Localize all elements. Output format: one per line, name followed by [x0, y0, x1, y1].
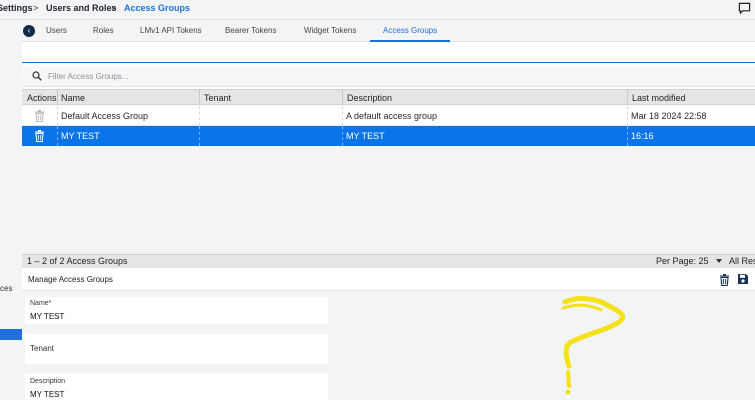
- cell-description: MY TEST: [346, 131, 385, 141]
- breadcrumb-settings[interactable]: Settings: [0, 3, 33, 13]
- cell-divider: [199, 126, 200, 146]
- tab-roles[interactable]: Roles: [93, 26, 113, 35]
- filter-bar: [22, 66, 755, 87]
- cell-divider: [342, 126, 343, 146]
- column-divider[interactable]: [199, 90, 200, 105]
- description-value[interactable]: MY TEST: [30, 390, 64, 399]
- column-divider[interactable]: [57, 90, 58, 105]
- column-header-name[interactable]: Name: [61, 93, 85, 103]
- chat-icon[interactable]: [738, 2, 751, 15]
- caret-down-icon[interactable]: [716, 259, 722, 263]
- cell-divider: [627, 126, 628, 146]
- tab-lmv1-api-tokens[interactable]: LMv1 API Tokens: [140, 26, 202, 35]
- tenant-label: Tenant: [30, 344, 55, 353]
- table-footer: 1 – 2 of 2 Access Groups Per Page: 25 Al…: [22, 254, 755, 268]
- cell-divider: [342, 106, 343, 126]
- cell-divider: [57, 106, 58, 126]
- nav-item-label[interactable]: ces: [0, 284, 12, 293]
- cell-name: Default Access Group: [61, 111, 149, 121]
- manage-title: Manage Access Groups: [28, 275, 113, 284]
- tab-widget-tokens[interactable]: Widget Tokens: [304, 26, 356, 35]
- column-divider[interactable]: [342, 90, 343, 105]
- edit-form: Name* MY TEST Tenant Description MY TEST: [22, 291, 755, 400]
- question-mark-annotation: [561, 296, 626, 395]
- tab-users[interactable]: Users: [46, 26, 67, 35]
- breadcrumb-users-roles[interactable]: Users and Roles: [46, 3, 117, 13]
- table-empty-area: [22, 146, 755, 254]
- breadcrumb-separator: >: [111, 3, 117, 13]
- name-label: Name*: [30, 300, 52, 307]
- left-navigation: ces: [0, 20, 22, 400]
- table-row[interactable]: Default Access Group A default access gr…: [22, 106, 755, 126]
- back-icon[interactable]: ‹: [23, 25, 35, 37]
- trash-icon[interactable]: [34, 130, 45, 142]
- filter-input[interactable]: [48, 69, 548, 84]
- manage-bar: Manage Access Groups: [22, 269, 755, 291]
- cell-divider: [57, 126, 58, 146]
- column-header-description[interactable]: Description: [347, 93, 392, 103]
- column-divider[interactable]: [627, 90, 628, 105]
- description-label: Description: [30, 378, 66, 385]
- column-header-tenant[interactable]: Tenant: [204, 93, 231, 103]
- breadcrumb: Settings > Users and Roles > Access Grou…: [0, 0, 755, 20]
- breadcrumb-current: Access Groups: [124, 3, 191, 13]
- per-page-select[interactable]: Per Page: 25: [656, 256, 709, 266]
- name-field[interactable]: Name* MY TEST: [25, 297, 328, 324]
- tab-bearer-tokens[interactable]: Bearer Tokens: [225, 26, 276, 35]
- save-icon[interactable]: [737, 273, 749, 285]
- column-header-last-modified[interactable]: Last modified: [632, 93, 686, 103]
- search-icon: [32, 71, 42, 81]
- cell-last-modified: 16:16: [631, 131, 654, 141]
- results-count: 1 – 2 of 2 Access Groups: [27, 256, 128, 266]
- cell-name: MY TEST: [61, 131, 100, 141]
- table-header: Actions Name Tenant Description Last mod…: [22, 89, 755, 105]
- cell-divider: [199, 106, 200, 126]
- table-row-selected[interactable]: MY TEST MY TEST 16:16: [22, 126, 755, 146]
- description-field[interactable]: Description MY TEST: [25, 373, 328, 400]
- nav-item-selected[interactable]: [0, 329, 22, 340]
- main-panel: ‹ Users Roles LMv1 API Tokens Bearer Tok…: [22, 20, 755, 400]
- all-results-label[interactable]: All Res: [729, 256, 755, 266]
- tenant-field[interactable]: Tenant: [25, 334, 328, 364]
- cell-last-modified: Mar 18 2024 22:58: [631, 111, 707, 121]
- column-header-actions: Actions: [27, 93, 57, 103]
- tab-bar: ‹ Users Roles LMv1 API Tokens Bearer Tok…: [22, 20, 755, 42]
- name-value[interactable]: MY TEST: [30, 312, 64, 321]
- toolbar-row: [22, 42, 755, 63]
- tab-access-groups[interactable]: Access Groups: [383, 26, 437, 35]
- trash-icon[interactable]: [34, 110, 45, 122]
- cell-divider: [627, 106, 628, 126]
- breadcrumb-separator: >: [33, 3, 39, 13]
- trash-icon[interactable]: [719, 274, 730, 286]
- cell-description: A default access group: [346, 111, 438, 121]
